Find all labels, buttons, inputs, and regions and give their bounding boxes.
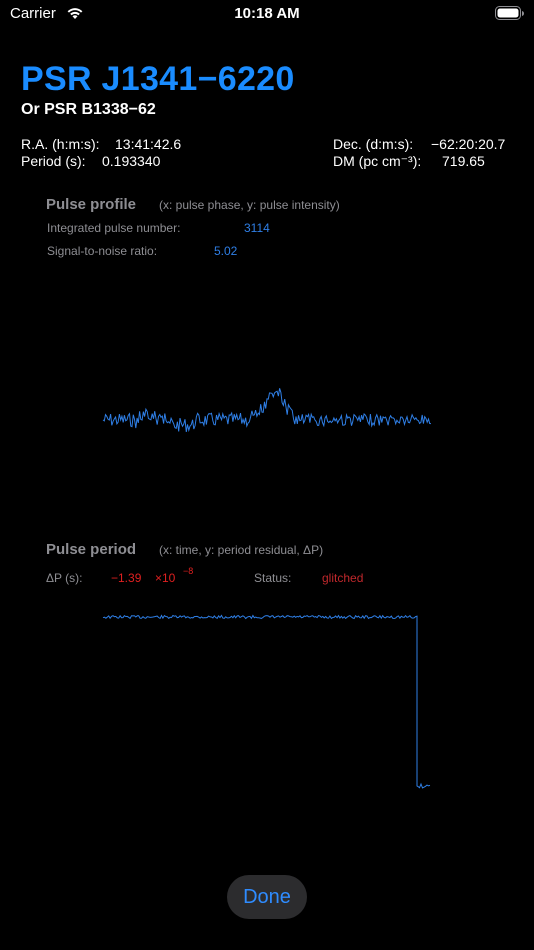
pulse-period-plot bbox=[102, 614, 431, 789]
pulse-period-title: Pulse period bbox=[46, 541, 137, 558]
status-value: glitched bbox=[322, 571, 364, 585]
delta-p-value: −1.39 bbox=[111, 571, 142, 585]
delta-p-multiplier: ×10 bbox=[155, 571, 176, 585]
plots-layer bbox=[102, 388, 432, 789]
done-button[interactable]: Done bbox=[227, 875, 307, 919]
delta-p-exponent: −8 bbox=[183, 566, 194, 576]
status-label: Status: bbox=[254, 571, 292, 585]
pulse-period-note: (x: time, y: period residual, ΔP) bbox=[159, 543, 324, 557]
pulse-profile-plot bbox=[102, 388, 432, 433]
delta-p-label: ΔP (s): bbox=[46, 571, 83, 585]
